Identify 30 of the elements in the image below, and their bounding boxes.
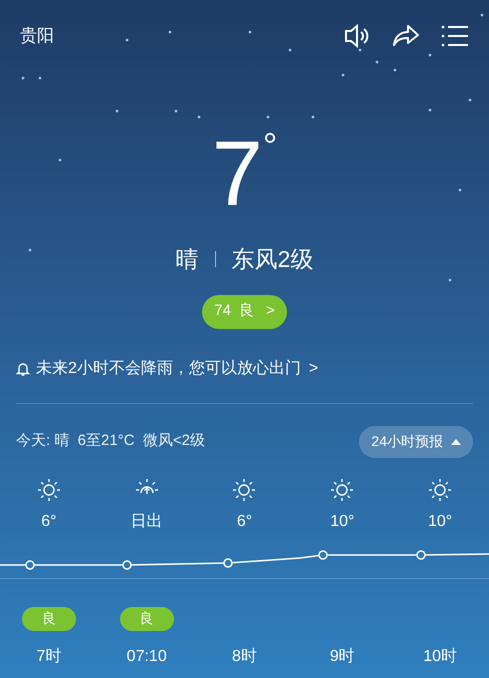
sun-icon xyxy=(428,478,452,502)
speaker-icon[interactable] xyxy=(343,23,371,49)
weather-condition: 晴 xyxy=(176,245,199,274)
hour-label: 8时 xyxy=(232,646,257,666)
degree-sign: ° xyxy=(262,128,278,164)
wind-info: 东风2级 xyxy=(232,245,314,274)
sun-icon xyxy=(36,478,61,502)
sun-icon xyxy=(330,478,354,502)
forecast-toggle-button[interactable]: 24小时预报 xyxy=(359,426,473,458)
menu-icon[interactable] xyxy=(441,24,469,48)
air-quality-badge: 良 xyxy=(120,606,174,630)
air-quality-pill[interactable]: 74 良 > xyxy=(202,294,287,328)
caret-icon xyxy=(451,438,461,444)
bell-icon xyxy=(16,360,30,376)
sun-icon xyxy=(232,478,256,502)
hourly-value: 10° xyxy=(330,512,354,532)
hourly-value: 10° xyxy=(428,512,452,532)
today-summary: 今天: 晴 6至21°C 微风<2级 xyxy=(16,431,205,452)
hour-label: 9时 xyxy=(330,646,355,666)
share-icon[interactable] xyxy=(391,23,421,49)
hourly-value: 6° xyxy=(41,512,57,532)
hourly-value: 日出 xyxy=(130,512,163,532)
air-quality-badge: 良 xyxy=(22,606,76,630)
hourly-value: 6° xyxy=(236,512,252,532)
hour-label: 7时 xyxy=(36,646,62,666)
city-name: 贵阳 xyxy=(20,25,54,48)
hour-label: 10时 xyxy=(423,646,457,666)
rain-alert-link[interactable]: 未来2小时不会降雨，您可以放心出门 > xyxy=(36,356,318,380)
hour-label: 07:10 xyxy=(126,646,167,666)
temperature: 7 xyxy=(212,128,263,220)
